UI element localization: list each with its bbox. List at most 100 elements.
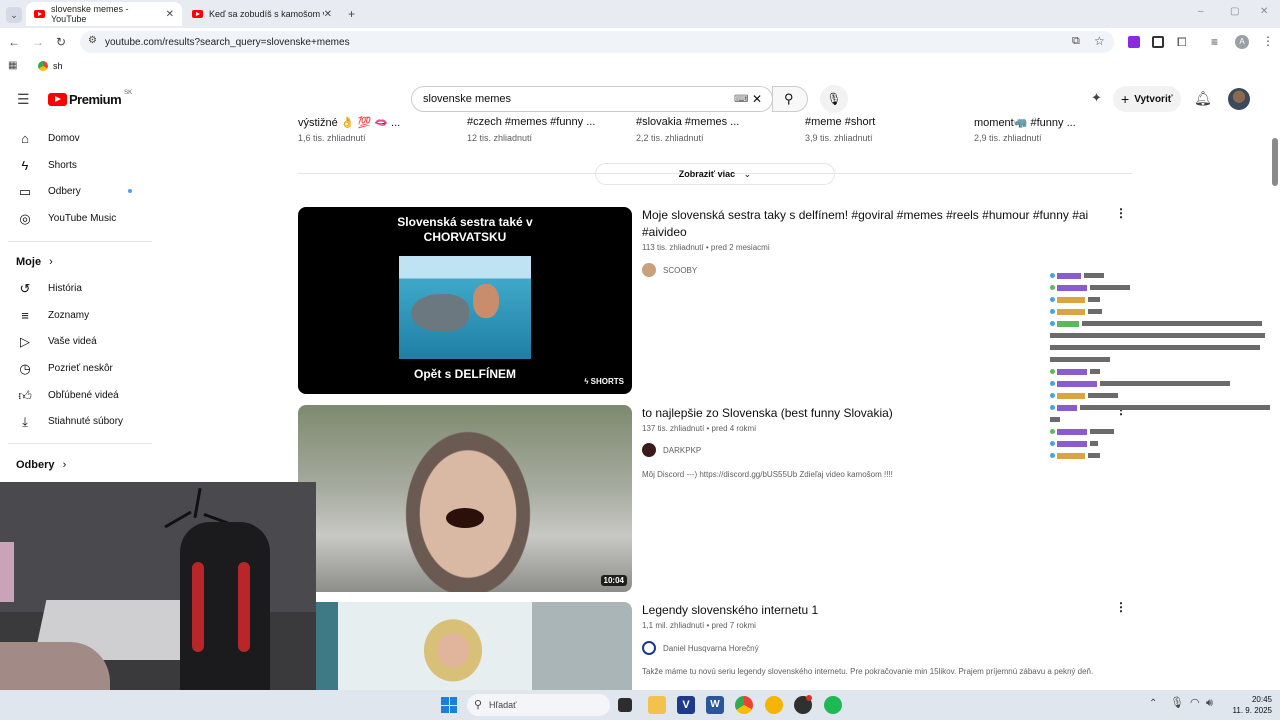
keyboard-icon[interactable]: ⌨	[734, 94, 748, 105]
show-more-button[interactable]: Zobraziť viac ⌄	[595, 163, 835, 185]
channel-avatar	[642, 443, 656, 457]
word-icon[interactable]: W	[706, 696, 724, 714]
channel-link[interactable]: SCOOBY	[642, 263, 697, 277]
video-meta: 137 tis. zhliadnutí • pred 4 rokmi	[642, 424, 756, 433]
sidebar-item-home[interactable]: ⌂ Domov	[0, 125, 150, 151]
extension-icon[interactable]	[1152, 36, 1164, 48]
app-v-icon[interactable]: V	[677, 696, 695, 714]
video-meta: 113 tis. zhliadnutí • pred 2 mesiacmi	[642, 243, 770, 252]
bookmark-item[interactable]: sh	[38, 61, 63, 71]
tab-second[interactable]: Keď sa zobudíš s kamošom v p ✕	[184, 2, 340, 26]
install-app-icon[interactable]: ⧉	[1072, 36, 1080, 47]
new-tab-icon[interactable]: +	[348, 8, 355, 20]
file-explorer-icon[interactable]	[648, 696, 666, 714]
shorts-badge: ϟ SHORTS	[584, 377, 624, 386]
close-tab-icon[interactable]: ✕	[166, 9, 174, 20]
scrollbar-thumb[interactable]	[1272, 138, 1278, 186]
minimize-icon[interactable]: –	[1198, 7, 1204, 17]
home-icon: ⌂	[21, 130, 29, 146]
video-description: Takže máme tu novú seriu legendy slovens…	[642, 667, 1094, 676]
video-title[interactable]: to najlepšie zo Slovenska (best funny Sl…	[642, 405, 1102, 422]
tab-title: slovenske memes - YouTube	[51, 4, 129, 24]
channel-link[interactable]: Daniel Husqvarna Horečný	[642, 641, 759, 655]
tab-youtube[interactable]: slovenske memes - YouTube ✕	[26, 2, 182, 26]
channel-link[interactable]: DARKPKP	[642, 443, 701, 457]
taskbar-search-placeholder: Hľadať	[489, 700, 517, 710]
short-title[interactable]: #czech #memes #funny ...	[467, 116, 627, 128]
sidebar-item-shorts[interactable]: ϟ Shorts	[0, 152, 150, 178]
sidebar-item-history[interactable]: ↺ História	[0, 275, 150, 301]
profile-avatar[interactable]: A	[1235, 35, 1249, 49]
close-window-icon[interactable]: ✕	[1260, 7, 1268, 17]
spotify-icon[interactable]	[824, 696, 842, 714]
premium-extension-icon[interactable]: ✦	[1091, 91, 1102, 104]
video-description: Môj Discord ---) https://discord.gg/bUS5…	[642, 470, 893, 479]
microphone-tray-icon[interactable]: 🎙	[1170, 698, 1184, 709]
search-value: slovenske memes	[423, 93, 512, 105]
sidebar-item-downloads[interactable]: ⤓ Stiahnuté súbory	[0, 408, 150, 434]
sidebar-item-watch-later[interactable]: ◷ Pozrieť neskôr	[0, 355, 150, 381]
task-view-icon[interactable]	[618, 698, 632, 712]
video-title[interactable]: Legendy slovenského internetu 1	[642, 602, 1102, 619]
sidebar-item-liked[interactable]: 👍︎ Obľúbené videá	[0, 382, 150, 408]
search-button[interactable]: ⚲	[772, 86, 808, 112]
youtube-favicon-icon	[34, 10, 45, 18]
sidebar-you-heading[interactable]: Moje ›	[16, 256, 53, 268]
sidebar-item-music[interactable]: ◎ YouTube Music	[0, 205, 150, 231]
video-title[interactable]: Moje slovenská sestra taky s delfínem! #…	[642, 207, 1102, 241]
bookmark-star-icon[interactable]: ☆	[1094, 35, 1105, 47]
more-actions-icon[interactable]: ⋮	[1115, 600, 1127, 614]
sidebar-subscriptions-heading[interactable]: Odbery ›	[16, 459, 66, 471]
page-scrollbar[interactable]	[1270, 118, 1280, 690]
close-tab-icon[interactable]: ✕	[324, 9, 332, 20]
volume-icon[interactable]: 🔊︎	[1206, 698, 1213, 709]
sidebar-item-your-videos[interactable]: ▷ Vaše videá	[0, 328, 150, 354]
create-button[interactable]: + Vytvoriť	[1113, 86, 1181, 112]
forward-icon[interactable]: →	[32, 36, 44, 48]
wifi-icon[interactable]: ◠	[1190, 698, 1200, 709]
short-title[interactable]: #slovakia #memes ...	[636, 116, 796, 128]
clear-search-icon[interactable]: ✕	[752, 92, 762, 106]
video-meta: 1,1 mil. zhliadnutí • pred 7 rokmi	[642, 621, 756, 630]
site-info-icon[interactable]: ⚙	[88, 36, 97, 46]
tray-chevron-icon[interactable]: ⌃	[1149, 699, 1157, 709]
sidebar-item-subscriptions[interactable]: ▭ Odbery	[0, 178, 150, 204]
video-thumbnail[interactable]: 10:04	[298, 405, 632, 592]
account-avatar[interactable]	[1228, 88, 1250, 110]
sidebar-item-playlists[interactable]: ≡ Zoznamy	[0, 302, 150, 328]
windows-start-icon[interactable]	[441, 697, 457, 713]
headphones-app-icon[interactable]	[765, 696, 783, 714]
extension-icon[interactable]	[1128, 36, 1140, 48]
youtube-logo[interactable]: Premium SK	[48, 90, 132, 107]
chrome-menu-icon[interactable]: ⋮	[1262, 35, 1274, 47]
video-thumbnail[interactable]: Slovenská sestra také v CHORVATSKU Opět …	[298, 207, 632, 394]
voice-search-button[interactable]: 🎙	[820, 85, 848, 113]
taskbar-search[interactable]: ⚲ Hľadať	[467, 694, 610, 716]
clock[interactable]: 20:45 11. 9. 2025	[1222, 694, 1272, 716]
back-icon[interactable]: ←	[8, 36, 20, 48]
bookmark-label: sh	[53, 61, 63, 71]
tab-search-icon[interactable]: ⌄	[6, 7, 22, 23]
channel-name: DARKPKP	[663, 445, 702, 455]
apps-grid-icon[interactable]: ▦	[8, 61, 17, 71]
video-thumbnail[interactable]	[298, 602, 632, 690]
short-title[interactable]: moment🦏 #funny ...	[974, 116, 1134, 129]
playlists-icon: ≡	[21, 307, 29, 323]
search-icon: ⚲	[474, 699, 483, 711]
short-title[interactable]: #meme #short	[805, 116, 965, 128]
notifications-bell-icon[interactable]: 🔔︎	[1194, 91, 1212, 105]
section-title: Odbery	[16, 459, 55, 471]
media-control-icon[interactable]: ≡	[1211, 36, 1218, 48]
extensions-puzzle-icon[interactable]: ⧠	[1177, 36, 1187, 48]
restore-icon[interactable]: ▢	[1230, 7, 1239, 17]
short-title[interactable]: výstižné 👌 💯 🫦 ...	[298, 116, 458, 129]
search-input[interactable]: slovenske memes ⌨ ✕	[411, 86, 773, 112]
address-bar[interactable]: ⚙ youtube.com/results?search_query=slove…	[80, 31, 1114, 53]
reload-icon[interactable]: ↻	[56, 36, 66, 48]
chrome-icon[interactable]	[735, 696, 753, 714]
sidebar-item-label: Zoznamy	[48, 309, 90, 321]
show-more-label: Zobraziť viac	[678, 169, 736, 179]
more-actions-icon[interactable]: ⋮	[1115, 206, 1127, 220]
hamburger-menu-icon[interactable]: ☰	[17, 92, 30, 106]
duration-badge: 10:04	[600, 575, 627, 586]
